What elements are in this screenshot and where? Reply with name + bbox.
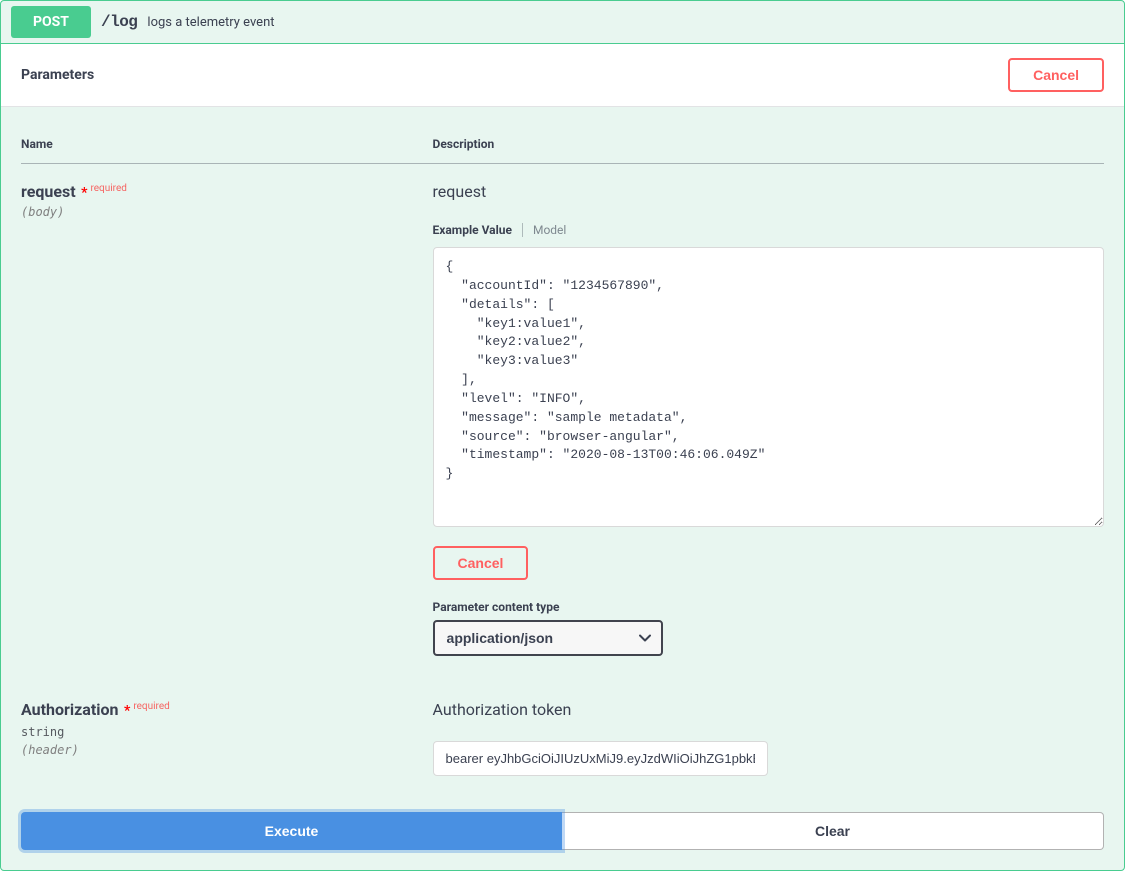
table-row: request *required (body) request Example… <box>21 164 1104 683</box>
content-type-label: Parameter content type <box>433 600 1104 614</box>
param-name-authorization: Authorization <box>21 700 118 719</box>
required-star-icon: * <box>120 703 130 719</box>
param-description-heading: request <box>433 182 1104 201</box>
param-description-heading: Authorization token <box>433 700 1104 719</box>
tab-separator <box>522 223 523 237</box>
http-method-badge: POST <box>11 6 91 38</box>
tab-model[interactable]: Model <box>533 223 566 237</box>
operation-summary[interactable]: POST /log logs a telemetry event <box>1 1 1124 44</box>
column-header-name: Name <box>21 127 433 164</box>
parameters-title: Parameters <box>21 67 94 83</box>
param-type: string <box>21 725 433 739</box>
request-body-textarea[interactable] <box>433 247 1104 527</box>
action-row: Execute Clear <box>1 812 1124 870</box>
endpoint-description: logs a telemetry event <box>147 15 274 30</box>
parameters-table: Name Description request *required (body… <box>21 127 1104 802</box>
operation-block: POST /log logs a telemetry event Paramet… <box>0 0 1125 871</box>
execute-button[interactable]: Execute <box>21 812 562 850</box>
try-it-out-cancel-button[interactable]: Cancel <box>1008 58 1104 92</box>
param-in: (body) <box>21 205 433 219</box>
authorization-input[interactable] <box>433 741 768 776</box>
required-star-icon: * <box>78 185 88 201</box>
endpoint-path: /log <box>101 13 137 31</box>
param-in: (header) <box>21 743 433 757</box>
tab-example-value[interactable]: Example Value <box>433 223 512 237</box>
required-label: required <box>90 183 126 194</box>
content-type-select[interactable]: application/json <box>433 620 663 656</box>
cancel-button[interactable]: Cancel <box>433 546 529 580</box>
parameters-section-header: Parameters Cancel <box>1 44 1124 107</box>
column-header-description: Description <box>433 127 1104 164</box>
required-label: required <box>133 701 169 712</box>
clear-button[interactable]: Clear <box>562 812 1104 850</box>
table-row: Authorization *required string (header) … <box>21 682 1104 802</box>
param-name-request: request <box>21 182 76 201</box>
